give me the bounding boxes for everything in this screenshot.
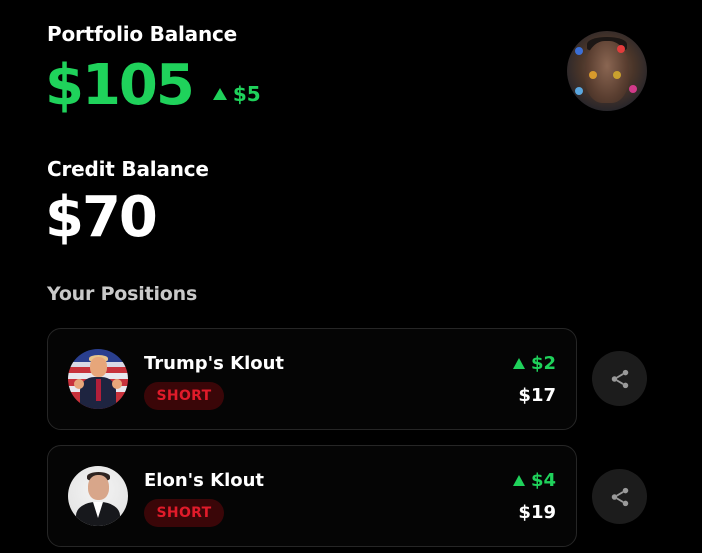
short-badge: SHORT (144, 499, 224, 527)
position-change: $2 (512, 353, 556, 374)
avatar-head (88, 475, 109, 500)
short-badge: SHORT (144, 382, 224, 410)
avatar-head (90, 357, 107, 377)
avatar-dot (589, 71, 597, 79)
portfolio-change: $5 (212, 82, 261, 106)
position-change: $4 (512, 470, 556, 491)
portfolio-balance-label: Portfolio Balance (47, 22, 238, 46)
elon-avatar (68, 466, 128, 526)
trump-avatar (68, 349, 128, 409)
position-change-value: $4 (530, 470, 556, 491)
avatar-tie (96, 379, 101, 401)
avatar-fist (112, 379, 122, 389)
avatar-dot (629, 85, 637, 93)
credit-balance-value: $70 (45, 185, 158, 250)
portfolio-balance-row: $105 $5 (45, 58, 261, 114)
share-icon (611, 369, 628, 388)
credit-balance-label: Credit Balance (47, 157, 209, 181)
position-name: Elon's Klout (144, 470, 265, 491)
user-avatar[interactable] (567, 31, 647, 111)
portfolio-balance-value: $105 (45, 53, 195, 118)
position-change-value: $2 (530, 353, 556, 374)
share-icon (611, 487, 628, 506)
position-card[interactable]: Elon's Klout SHORT $4 $19 (47, 445, 577, 547)
position-card[interactable]: Trump's Klout SHORT $2 $17 (47, 328, 577, 430)
avatar-dot (613, 71, 621, 79)
triangle-up-icon (212, 88, 227, 100)
position-value: $19 (518, 502, 556, 523)
avatar-dot (617, 45, 625, 53)
position-value: $17 (518, 385, 556, 406)
avatar-fist (74, 379, 84, 389)
share-button[interactable] (592, 351, 647, 406)
positions-heading: Your Positions (47, 283, 198, 305)
triangle-up-icon (512, 358, 525, 369)
avatar-dot (575, 87, 583, 95)
position-name: Trump's Klout (144, 353, 285, 374)
avatar-dot (575, 47, 583, 55)
portfolio-change-value: $5 (232, 82, 261, 106)
share-button[interactable] (592, 469, 647, 524)
triangle-up-icon (512, 475, 525, 486)
